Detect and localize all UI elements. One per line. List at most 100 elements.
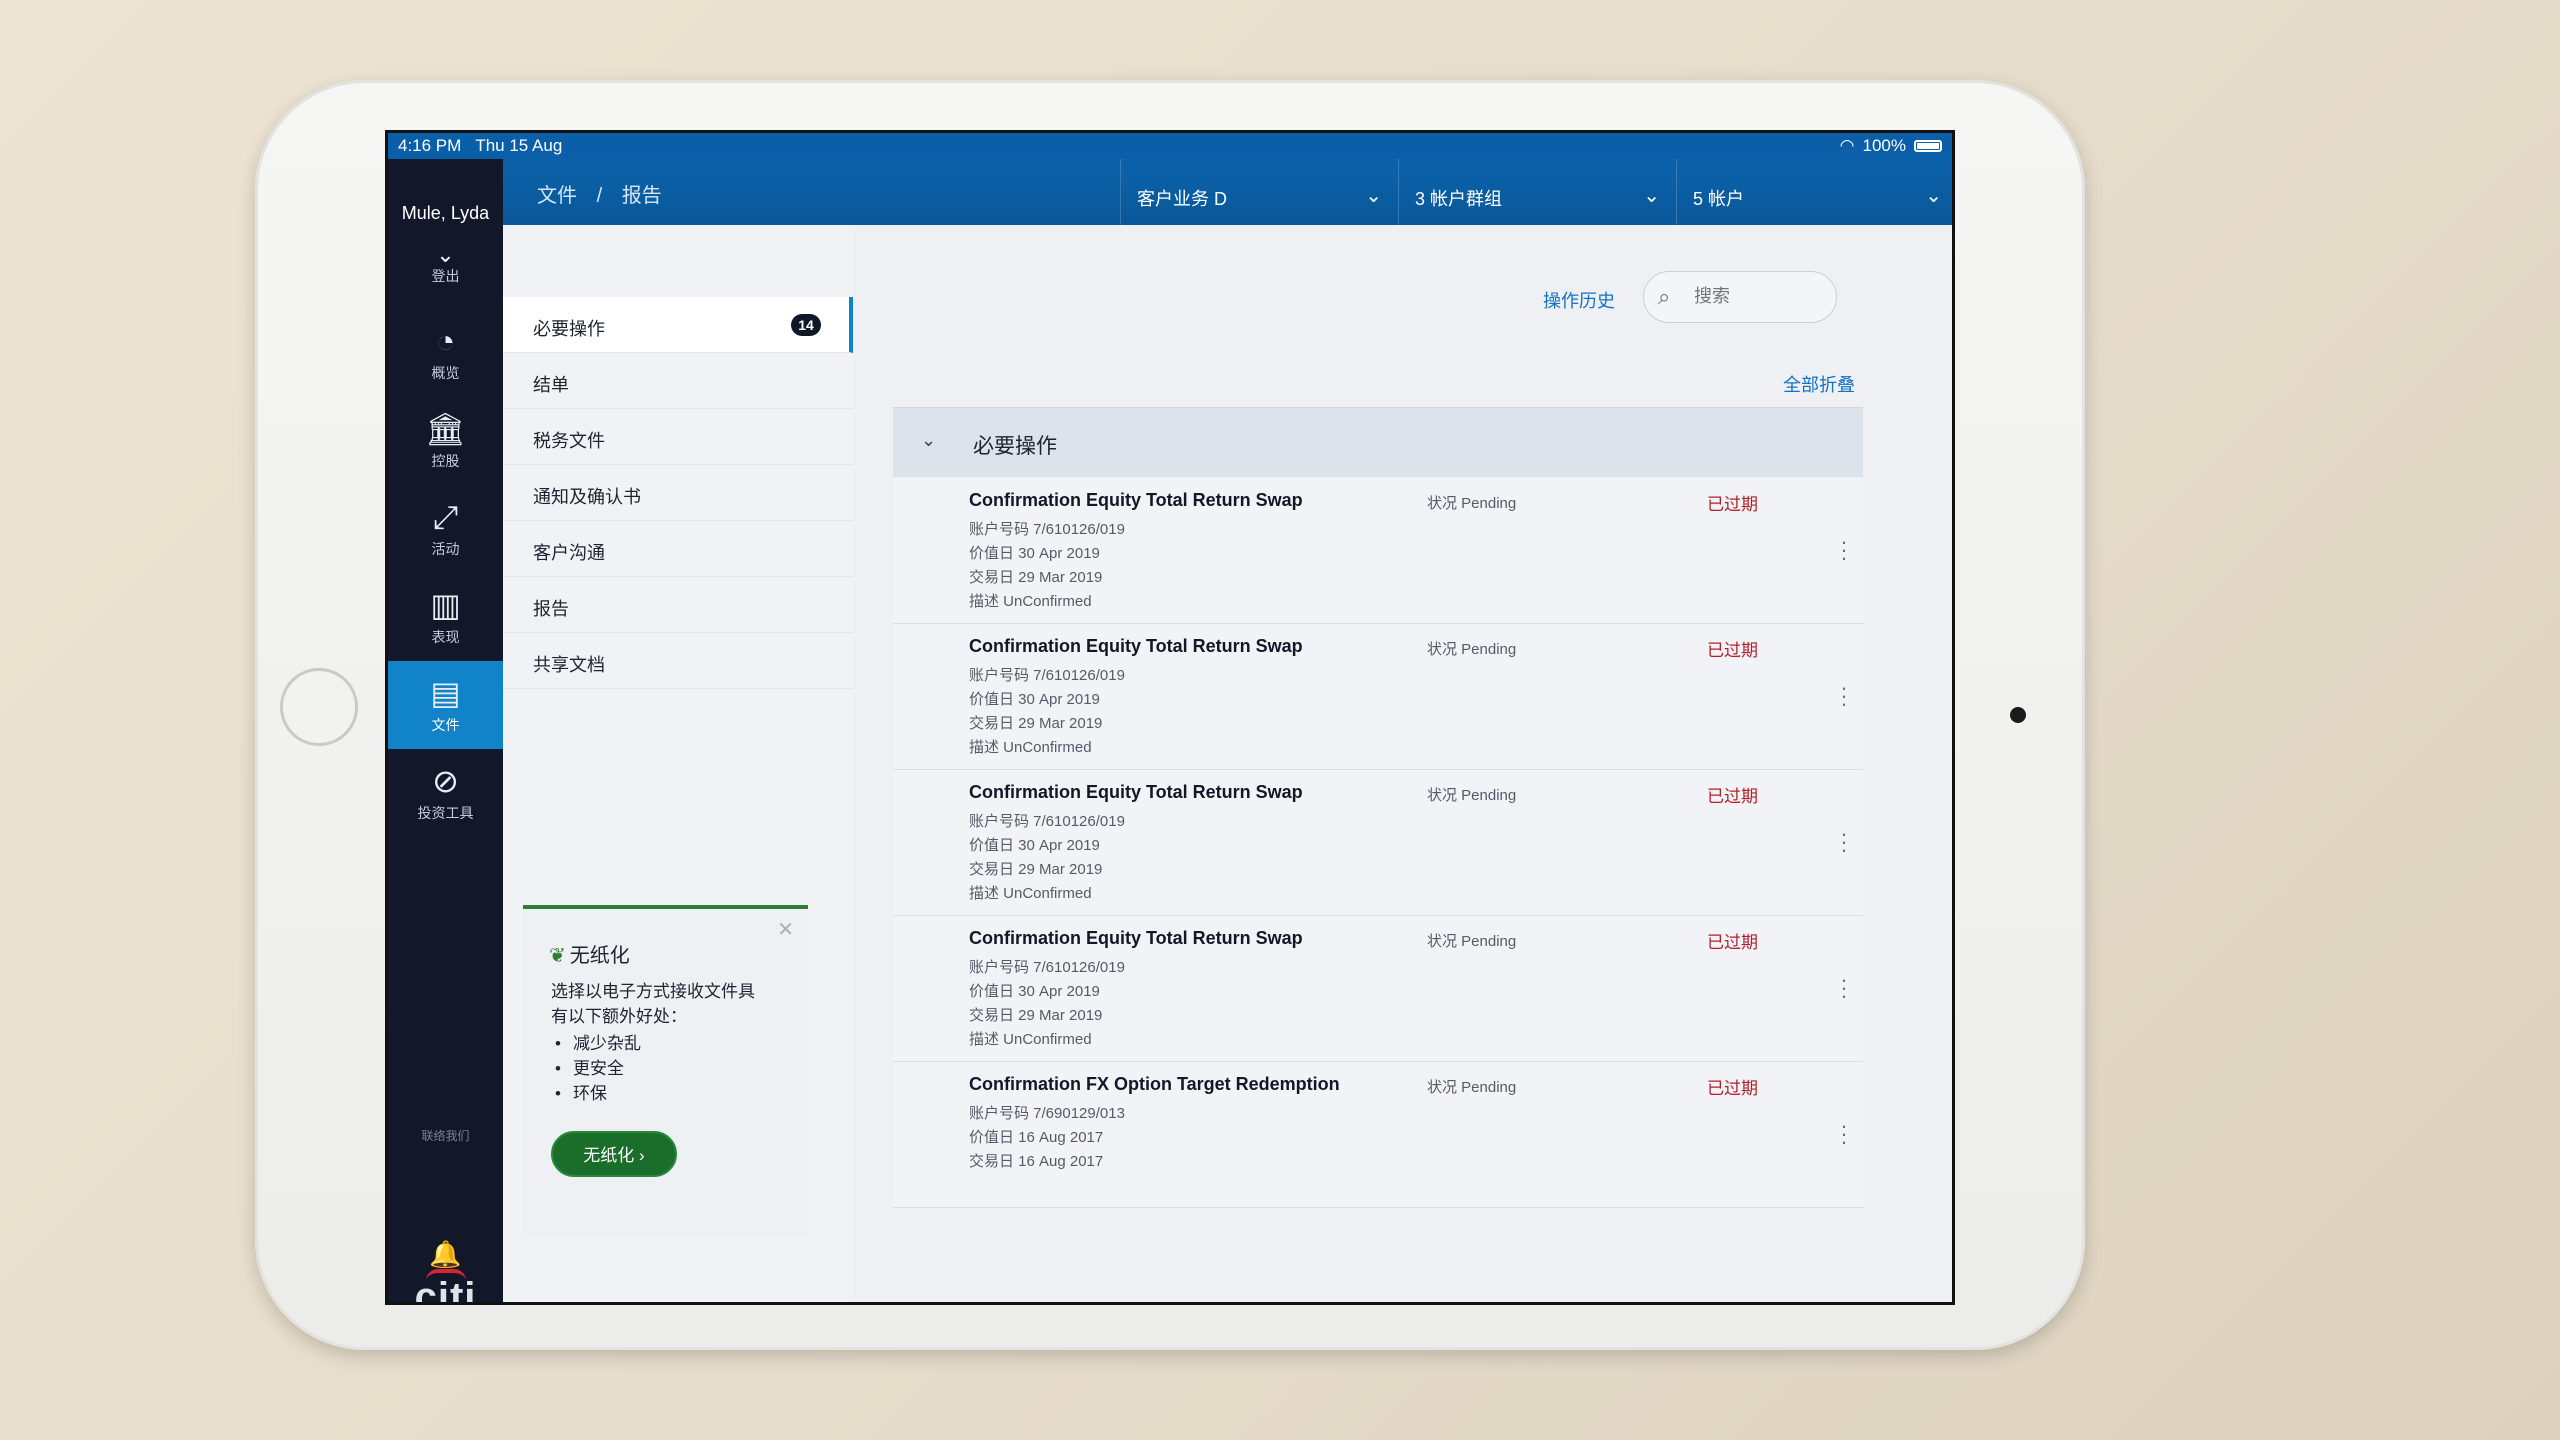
account-dropdown[interactable]: 5 帐户 ⌄: [1676, 159, 1952, 225]
chevron-down-icon: ⌄: [921, 430, 937, 450]
trade-date: 交易日 29 Mar 2019: [969, 1007, 1103, 1024]
account-group-dropdown[interactable]: 3 帐户群组 ⌄: [1398, 159, 1676, 225]
menu-required-actions[interactable]: 必要操作 14: [503, 297, 853, 353]
section-title: 必要操作: [973, 435, 1057, 458]
menu-label: 报告: [533, 599, 569, 619]
menu-label: 通知及确认书: [533, 487, 641, 507]
nav-documents[interactable]: ▤ 文件: [388, 661, 503, 749]
menu-label: 税务文件: [533, 431, 605, 451]
value-date: 价值日 16 Aug 2017: [969, 1129, 1104, 1146]
screen: 4:16 PM Thu 15 Aug ◠ 100% Mule, Lyda ⌄ 登…: [385, 130, 1955, 1305]
chevron-right-icon: ›: [639, 1146, 645, 1165]
table-row[interactable]: Confirmation Equity Total Return Swap 账户…: [893, 624, 1863, 770]
menu-label: 必要操作: [533, 319, 605, 339]
breadcrumb-documents[interactable]: 文件: [537, 185, 577, 207]
logout-label: 登出: [431, 268, 460, 284]
dropdown-label: 客户业务 D: [1137, 189, 1227, 209]
value-date: 价值日 30 Apr 2019: [969, 983, 1100, 1000]
menu-label: 共享文档: [533, 655, 605, 675]
gauge-icon: ◔: [435, 323, 456, 359]
search-icon: ⌕: [1658, 284, 1671, 309]
status-date: Thu 15 Aug: [475, 136, 563, 155]
more-options-icon[interactable]: · · ·: [1839, 531, 1849, 569]
benefit-item: 更安全: [555, 1056, 641, 1081]
chevron-down-icon: ⌄: [1643, 185, 1660, 207]
status-text: 状况 Pending: [1427, 1079, 1517, 1096]
status-text: 状况 Pending: [1427, 787, 1517, 804]
nav-label: 表现: [431, 629, 460, 645]
table-row[interactable]: Confirmation Equity Total Return Swap 账户…: [893, 478, 1863, 624]
client-business-dropdown[interactable]: 客户业务 D ⌄: [1120, 159, 1398, 225]
promo-benefits: 减少杂乱 更安全 环保: [555, 1031, 641, 1106]
compass-icon: ⊘: [432, 763, 459, 799]
go-paperless-button[interactable]: 无纸化 ›: [551, 1131, 677, 1177]
promo-title: ❦ 无纸化: [549, 939, 630, 968]
logout-button[interactable]: ⌄ 登出: [388, 244, 503, 286]
nav-performance[interactable]: ▥ 表现: [388, 573, 503, 661]
value-date: 价值日 30 Apr 2019: [969, 545, 1100, 562]
dropdown-label: 3 帐户群组: [1415, 189, 1503, 209]
home-button[interactable]: [280, 668, 358, 746]
nav-investment-tools[interactable]: ⊘ 投资工具: [388, 749, 503, 837]
menu-tax-documents[interactable]: 税务文件: [503, 409, 853, 465]
battery-icon: [1914, 140, 1942, 152]
action-history-link[interactable]: 操作历史: [1543, 287, 1615, 313]
expired-label: 已过期: [1707, 641, 1758, 660]
user-name[interactable]: Mule, Lyda: [388, 203, 503, 224]
collapse-all-link[interactable]: 全部折叠: [1783, 371, 1855, 397]
document-name: Confirmation Equity Total Return Swap: [969, 782, 1303, 802]
more-options-icon[interactable]: · · ·: [1839, 969, 1849, 1007]
menu-notices-confirmations[interactable]: 通知及确认书: [503, 465, 853, 521]
document-name: Confirmation Equity Total Return Swap: [969, 928, 1303, 948]
menu-reports[interactable]: 报告: [503, 577, 853, 633]
promo-text-line: 选择以电子方式接收文件具: [551, 982, 755, 1001]
account-number: 账户号码 7/610126/019: [969, 667, 1125, 684]
trade-date: 交易日 29 Mar 2019: [969, 569, 1103, 586]
menu-statements[interactable]: 结单: [503, 353, 853, 409]
bank-icon: 🏛: [425, 411, 466, 447]
menu-label: 客户沟通: [533, 543, 605, 563]
table-row[interactable]: Confirmation Equity Total Return Swap 账户…: [893, 916, 1863, 1062]
brand-text: citi: [414, 1275, 477, 1305]
description: 描述 UnConfirmed: [969, 593, 1092, 610]
account-number: 账户号码 7/610126/019: [969, 813, 1125, 830]
promo-text: 选择以电子方式接收文件具 有以下额外好处：: [551, 979, 755, 1029]
contact-us-link[interactable]: 联络我们: [388, 1127, 503, 1144]
expired-label: 已过期: [1707, 495, 1758, 514]
documents-menu: 必要操作 14 结单 税务文件 通知及确认书 客户沟通 报告 共享文档 ✕ ❦ 无…: [503, 225, 853, 1302]
close-icon[interactable]: ✕: [777, 917, 794, 942]
citi-logo: citi: [388, 1269, 503, 1305]
section-header[interactable]: ⌄ 必要操作: [893, 407, 1863, 477]
nav-overview[interactable]: ◔ 概览: [388, 309, 503, 397]
description: 描述 UnConfirmed: [969, 739, 1092, 756]
trade-date: 交易日 16 Aug 2017: [969, 1153, 1104, 1170]
expired-label: 已过期: [1707, 787, 1758, 806]
benefit-item: 环保: [555, 1081, 641, 1106]
bell-icon[interactable]: 🔔: [388, 1239, 503, 1270]
menu-shared-documents[interactable]: 共享文档: [503, 633, 853, 689]
bar-chart-icon: ▥: [430, 587, 461, 623]
status-bar: 4:16 PM Thu 15 Aug ◠ 100%: [388, 133, 1952, 159]
more-options-icon[interactable]: · · ·: [1839, 1115, 1849, 1153]
nav-activity[interactable]: ⤢ 活动: [388, 485, 503, 573]
more-options-icon[interactable]: · · ·: [1839, 823, 1849, 861]
leaf-icon: ❦: [549, 945, 566, 967]
search-input[interactable]: [1694, 286, 1824, 307]
table-row[interactable]: Confirmation Equity Total Return Swap 账户…: [893, 770, 1863, 916]
nav-holdings[interactable]: 🏛 控股: [388, 397, 503, 485]
arrows-icon: ⤢: [432, 499, 459, 535]
left-nav: Mule, Lyda ⌄ 登出 ◔ 概览 🏛 控股 ⤢ 活动 ▥ 表现 ▤ 文件…: [388, 159, 503, 1302]
promo-text-line: 有以下额外好处：: [551, 1007, 687, 1026]
trade-date: 交易日 29 Mar 2019: [969, 861, 1103, 878]
count-badge: 14: [791, 314, 821, 336]
table-row[interactable]: Confirmation FX Option Target Redemption…: [893, 1062, 1863, 1208]
benefit-item: 减少杂乱: [555, 1031, 641, 1056]
account-number: 账户号码 7/690129/013: [969, 1105, 1125, 1122]
description: 描述 UnConfirmed: [969, 885, 1092, 902]
battery-percent: 100%: [1862, 136, 1906, 155]
promo-title-text: 无纸化: [569, 945, 630, 967]
front-camera: [2010, 707, 2026, 723]
status-text: 状况 Pending: [1427, 495, 1517, 512]
menu-client-communications[interactable]: 客户沟通: [503, 521, 853, 577]
more-options-icon[interactable]: · · ·: [1839, 677, 1849, 715]
